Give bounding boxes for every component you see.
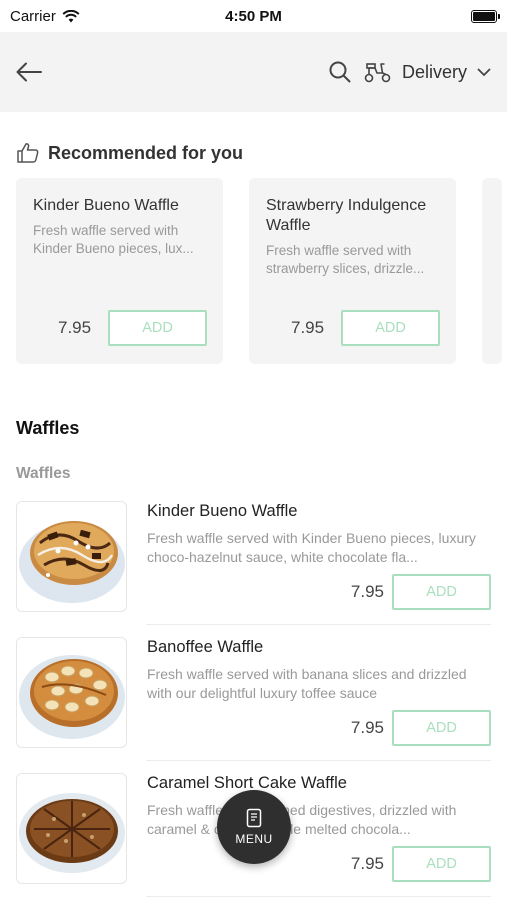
menu-book-icon [246, 808, 262, 828]
item-description: Fresh waffle with crushed digestives, dr… [147, 802, 457, 837]
recommended-carousel[interactable]: Kinder Bueno Waffle Fresh waffle served … [16, 178, 507, 364]
recommended-card[interactable]: Kinder Bueno Waffle Fresh waffle served … [16, 178, 223, 364]
battery-icon [471, 9, 500, 23]
recommended-item-price: 7.95 [291, 318, 325, 337]
item-price: 7.95 [350, 582, 384, 601]
recommended-title: Recommended for you [48, 142, 244, 163]
add-button[interactable]: ADD [392, 710, 491, 746]
delivery-label: Delivery [401, 61, 467, 82]
divider [146, 624, 491, 625]
back-button[interactable] [16, 58, 44, 86]
item-name: Caramel Short Cake Waffle [147, 774, 347, 792]
add-button[interactable]: ADD [392, 574, 491, 610]
subcategory-title: Waffles [16, 465, 71, 482]
recommended-item-desc: Fresh waffle served with Kinder Bueno pi… [33, 223, 194, 256]
menu-fab-button[interactable]: MENU [217, 790, 291, 864]
recommended-item-price: 7.95 [58, 318, 92, 337]
item-name: Banoffee Waffle [147, 638, 264, 656]
recommended-section: Recommended for you Kinder Bueno Waffle … [0, 112, 507, 364]
chevron-down-icon [477, 68, 491, 76]
status-bar: Carrier 4:50 PM [0, 0, 507, 32]
add-button[interactable]: ADD [108, 310, 207, 346]
thumbs-up-icon [17, 143, 39, 163]
divider [146, 896, 491, 897]
add-button[interactable]: ADD [341, 310, 440, 346]
item-description: Fresh waffle served with banana slices a… [147, 666, 467, 701]
delivery-selector[interactable]: Delivery [364, 61, 491, 83]
wifi-icon [62, 9, 80, 22]
category-title: Waffles [16, 418, 80, 438]
item-description: Fresh waffle served with Kinder Bueno pi… [147, 530, 476, 565]
waffle-image [18, 520, 125, 603]
divider [146, 760, 491, 761]
recommended-card[interactable]: Strawberry Indulgence Waffle Fresh waffl… [249, 178, 456, 364]
recommended-item-desc: Fresh waffle served with strawberry slic… [266, 243, 425, 276]
waffle-image [18, 792, 125, 873]
search-icon[interactable] [328, 60, 352, 84]
menu-fab-label: MENU [235, 832, 273, 846]
item-price: 7.95 [350, 854, 384, 873]
item-image [16, 637, 127, 748]
carrier-label: Carrier [10, 7, 56, 25]
item-name: Kinder Bueno Waffle [147, 502, 298, 520]
item-image [16, 773, 127, 884]
item-image [16, 501, 127, 612]
recommended-card-peek[interactable] [482, 178, 502, 364]
recommended-item-name: Strawberry Indulgence Waffle [266, 197, 427, 234]
item-price: 7.95 [350, 718, 384, 737]
menu-item[interactable]: Banoffee Waffle Fresh waffle served with… [16, 637, 491, 748]
recommended-item-name: Kinder Bueno Waffle [33, 197, 179, 214]
menu-item[interactable]: Kinder Bueno Waffle Fresh waffle served … [16, 501, 491, 612]
waffle-image [18, 654, 125, 739]
scooter-icon [364, 63, 391, 83]
nav-bar: Delivery [0, 32, 507, 112]
recommended-header: Recommended for you [16, 142, 507, 164]
add-button[interactable]: ADD [392, 846, 491, 882]
back-arrow-icon [16, 62, 42, 82]
